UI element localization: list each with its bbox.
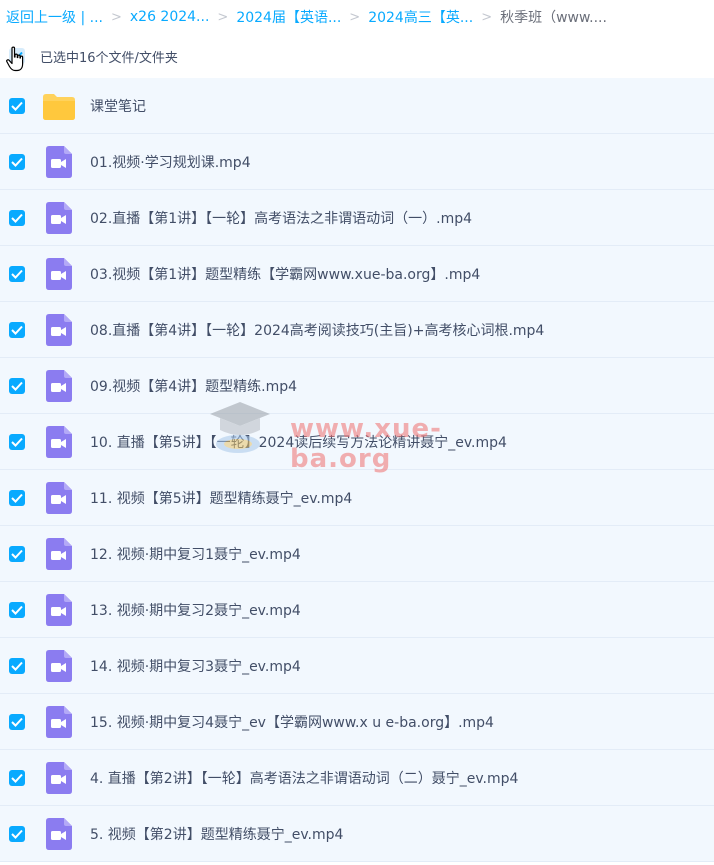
row-checkbox[interactable] xyxy=(9,265,25,282)
row-checkbox[interactable] xyxy=(9,825,25,842)
breadcrumb-separator-icon: > xyxy=(349,9,361,25)
video-icon xyxy=(42,537,76,571)
video-icon xyxy=(42,649,76,683)
file-name[interactable]: 15. 视频·期中复习4聂宁_ev【学霸网www.x u e-ba.org】.m… xyxy=(90,712,494,732)
check-icon xyxy=(11,269,23,279)
file-name[interactable]: 11. 视频【第5讲】题型精练聂宁_ev.mp4 xyxy=(90,488,352,508)
row-checkbox[interactable] xyxy=(9,601,25,618)
breadcrumb-item-2[interactable]: 2024届【英语... xyxy=(236,7,341,27)
row-checkbox[interactable] xyxy=(9,97,25,114)
check-icon xyxy=(11,661,23,671)
check-icon xyxy=(11,437,23,447)
folder-icon xyxy=(42,89,76,123)
file-row[interactable]: 15. 视频·期中复习4聂宁_ev【学霸网www.x u e-ba.org】.m… xyxy=(0,694,714,750)
check-icon xyxy=(11,773,23,783)
video-icon xyxy=(42,425,76,459)
file-row[interactable]: 11. 视频【第5讲】题型精练聂宁_ev.mp4 xyxy=(0,470,714,526)
row-checkbox[interactable] xyxy=(9,657,25,674)
folder-row[interactable]: 课堂笔记 xyxy=(0,78,714,134)
file-row[interactable]: 12. 视频·期中复习1聂宁_ev.mp4 xyxy=(0,526,714,582)
check-icon xyxy=(11,101,23,111)
check-icon xyxy=(11,829,23,839)
selection-count-label: 已选中16个文件/文件夹 xyxy=(40,50,178,66)
file-row[interactable]: 03.视频【第1讲】题型精练【学霸网www.xue-ba.org】.mp4 xyxy=(0,246,714,302)
file-name[interactable]: 课堂笔记 xyxy=(90,96,146,116)
breadcrumb: 返回上一级 | ... > x26 2024... > 2024届【英语... … xyxy=(0,0,714,34)
file-name[interactable]: 08.直播【第4讲】【一轮】2024高考阅读技巧(主旨)+高考核心词根.mp4 xyxy=(90,320,544,340)
row-checkbox[interactable] xyxy=(9,377,25,394)
file-row[interactable]: 4. 直播【第2讲】【一轮】高考语法之非谓语动词（二）聂宁_ev.mp4 xyxy=(0,750,714,806)
file-name[interactable]: 13. 视频·期中复习2聂宁_ev.mp4 xyxy=(90,600,301,620)
hand-cursor-icon xyxy=(6,46,24,72)
video-icon xyxy=(42,201,76,235)
file-name[interactable]: 01.视频·学习规划课.mp4 xyxy=(90,152,251,172)
breadcrumb-separator-icon: > xyxy=(110,9,122,25)
row-checkbox[interactable] xyxy=(9,713,25,730)
video-icon xyxy=(42,817,76,851)
video-icon xyxy=(42,761,76,795)
video-icon xyxy=(42,705,76,739)
check-icon xyxy=(11,213,23,223)
file-row[interactable]: 13. 视频·期中复习2聂宁_ev.mp4 xyxy=(0,582,714,638)
file-name[interactable]: 03.视频【第1讲】题型精练【学霸网www.xue-ba.org】.mp4 xyxy=(90,264,480,284)
selection-bar: 已选中16个文件/文件夹 xyxy=(0,34,714,78)
file-name[interactable]: 12. 视频·期中复习1聂宁_ev.mp4 xyxy=(90,544,301,564)
video-icon xyxy=(42,593,76,627)
check-icon xyxy=(11,157,23,167)
file-name[interactable]: 10. 直播【第5讲】【一轮】2024读后续写方法论精讲聂宁_ev.mp4 xyxy=(90,432,507,452)
file-row[interactable]: 08.直播【第4讲】【一轮】2024高考阅读技巧(主旨)+高考核心词根.mp4 xyxy=(0,302,714,358)
file-row[interactable]: 01.视频·学习规划课.mp4 xyxy=(0,134,714,190)
check-icon xyxy=(11,493,23,503)
file-name[interactable]: 5. 视频【第2讲】题型精练聂宁_ev.mp4 xyxy=(90,824,343,844)
check-icon xyxy=(11,605,23,615)
row-checkbox[interactable] xyxy=(9,433,25,450)
breadcrumb-back[interactable]: 返回上一级 | ... xyxy=(6,7,103,27)
file-row[interactable]: 14. 视频·期中复习3聂宁_ev.mp4 xyxy=(0,638,714,694)
file-row[interactable]: 10. 直播【第5讲】【一轮】2024读后续写方法论精讲聂宁_ev.mp4 xyxy=(0,414,714,470)
check-icon xyxy=(11,381,23,391)
file-name[interactable]: 02.直播【第1讲】【一轮】高考语法之非谓语动词（一）.mp4 xyxy=(90,208,472,228)
file-name[interactable]: 09.视频【第4讲】题型精练.mp4 xyxy=(90,376,297,396)
check-icon xyxy=(11,549,23,559)
file-row[interactable]: 09.视频【第4讲】题型精练.mp4 xyxy=(0,358,714,414)
file-list: 课堂笔记 01.视频·学习规划课.mp4 02.直播【第1讲】【一轮】高考语法之非谓… xyxy=(0,78,714,862)
check-icon xyxy=(11,717,23,727)
breadcrumb-item-1[interactable]: x26 2024... xyxy=(130,9,210,25)
video-icon xyxy=(42,481,76,515)
file-name[interactable]: 4. 直播【第2讲】【一轮】高考语法之非谓语动词（二）聂宁_ev.mp4 xyxy=(90,768,518,788)
file-row[interactable]: 02.直播【第1讲】【一轮】高考语法之非谓语动词（一）.mp4 xyxy=(0,190,714,246)
breadcrumb-separator-icon: > xyxy=(217,9,229,25)
row-checkbox[interactable] xyxy=(9,769,25,786)
check-icon xyxy=(11,325,23,335)
video-icon xyxy=(42,145,76,179)
row-checkbox[interactable] xyxy=(9,209,25,226)
video-icon xyxy=(42,313,76,347)
row-checkbox[interactable] xyxy=(9,321,25,338)
breadcrumb-separator-icon: > xyxy=(481,9,493,25)
video-icon xyxy=(42,257,76,291)
breadcrumb-current: 秋季班（www.... xyxy=(500,10,607,26)
row-checkbox[interactable] xyxy=(9,153,25,170)
row-checkbox[interactable] xyxy=(9,545,25,562)
file-row[interactable]: 5. 视频【第2讲】题型精练聂宁_ev.mp4 xyxy=(0,806,714,862)
video-icon xyxy=(42,369,76,403)
breadcrumb-item-3[interactable]: 2024高三【英... xyxy=(368,7,473,27)
file-name[interactable]: 14. 视频·期中复习3聂宁_ev.mp4 xyxy=(90,656,301,676)
row-checkbox[interactable] xyxy=(9,489,25,506)
